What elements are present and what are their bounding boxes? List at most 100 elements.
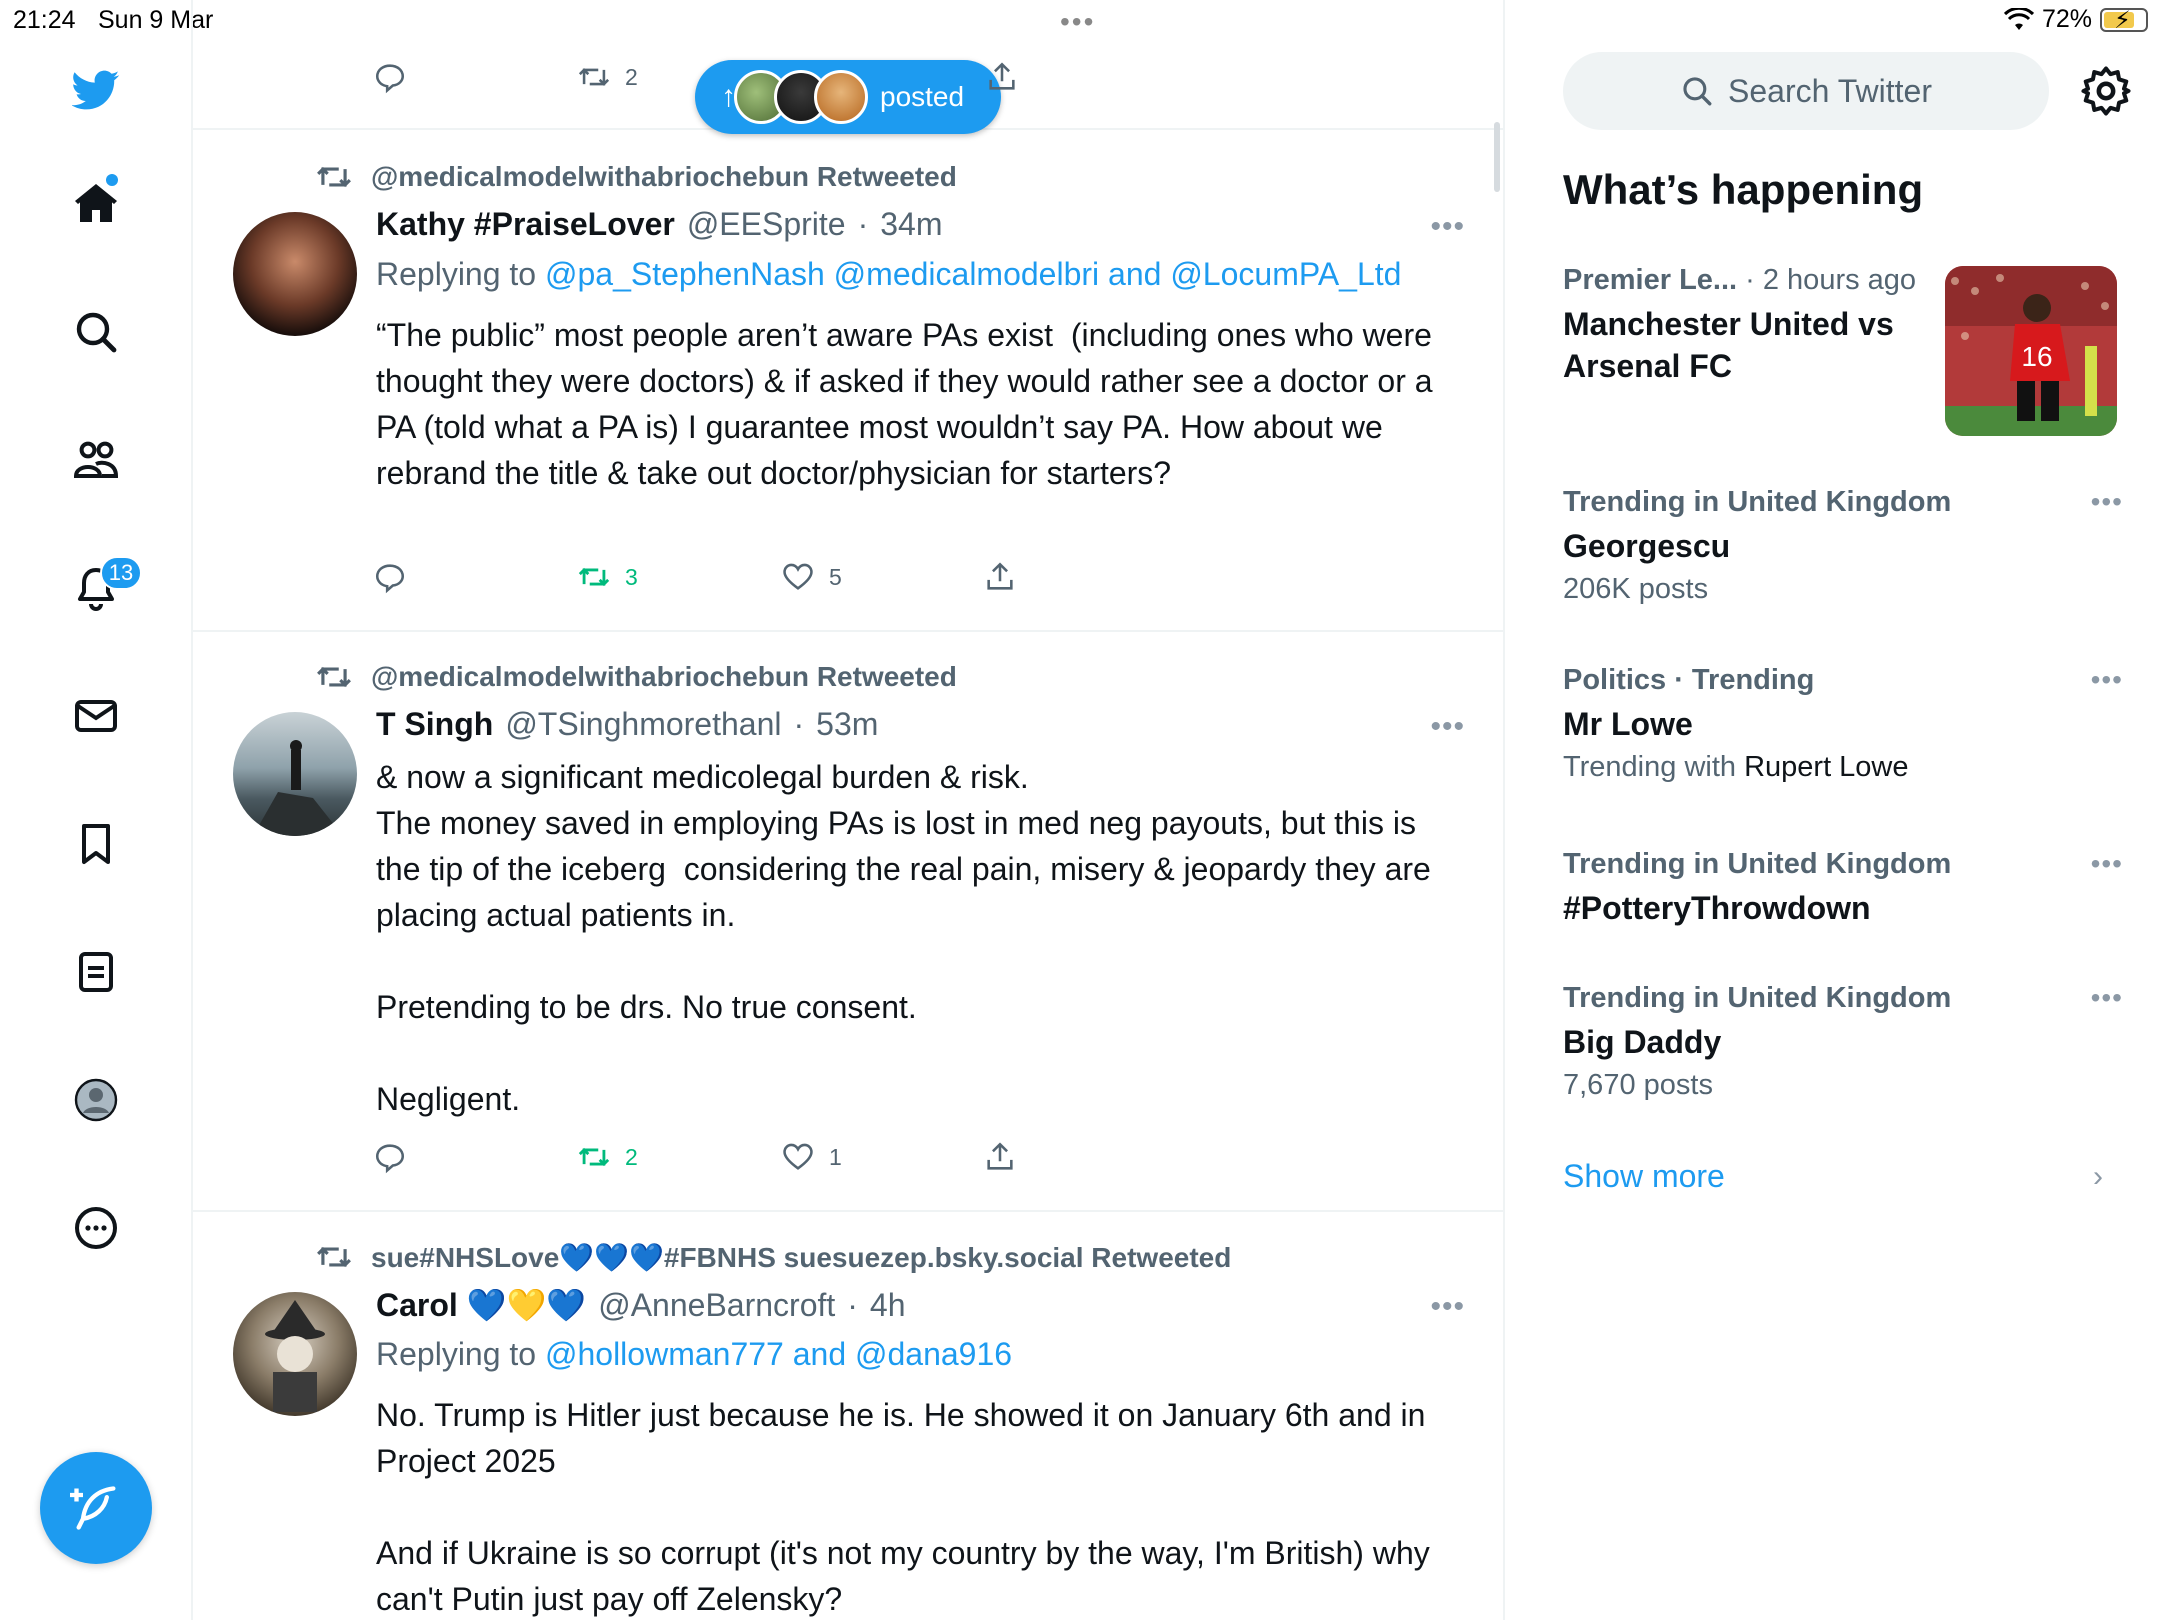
lists-icon[interactable]	[60, 936, 132, 1008]
scrollbar[interactable]	[1494, 122, 1500, 192]
tweet[interactable]: @medicalmodelwithabriochebun Retweeted T…	[193, 632, 1503, 1212]
share-button[interactable]	[983, 560, 1017, 594]
share-icon	[987, 1142, 1013, 1170]
more-icon[interactable]: •••	[1430, 210, 1465, 244]
retweeted-by[interactable]: @medicalmodelwithabriochebun Retweeted	[371, 661, 957, 693]
retweet-count: 2	[625, 63, 638, 90]
trend-item[interactable]: Politics · Trending Mr Lowe Trending wit…	[1563, 664, 2123, 784]
trend-item[interactable]: Premier Le... · 2 hours ago Manchester U…	[1563, 264, 1933, 387]
home-icon[interactable]	[60, 168, 132, 240]
retweeted-by[interactable]: @medicalmodelwithabriochebun Retweeted	[371, 161, 957, 193]
avatar[interactable]	[233, 1292, 357, 1416]
retweeted-by[interactable]: sue#NHSLove💙💙💙#FBNHS suesuezep.bsky.soci…	[371, 1241, 1231, 1274]
like-button[interactable]: 1	[781, 1140, 842, 1174]
football-player-image: 16	[1945, 266, 2117, 436]
reply-button[interactable]	[373, 560, 407, 594]
share-icon	[987, 562, 1013, 590]
display-name[interactable]: Carol 💙💛💙	[376, 1286, 586, 1324]
retweet-icon	[317, 666, 351, 688]
share-icon[interactable]	[985, 60, 1019, 94]
tweet[interactable]: @medicalmodelwithabriochebun Retweeted K…	[193, 132, 1503, 632]
display-name[interactable]: T Singh	[376, 706, 493, 743]
search-input[interactable]: Search Twitter	[1563, 52, 2049, 130]
messages-envelope-icon[interactable]	[60, 680, 132, 752]
twitter-logo-icon[interactable]	[60, 54, 132, 126]
search-icon	[1683, 77, 1712, 106]
profile-avatar-icon[interactable]	[60, 1064, 132, 1136]
poster-avatar	[814, 70, 868, 124]
compose-feather-icon	[70, 1486, 116, 1530]
retweet-button[interactable]: 3	[577, 560, 638, 594]
trend-title: #PotteryThrowdown	[1563, 890, 1871, 926]
compose-tweet-button[interactable]	[40, 1452, 152, 1564]
avatar[interactable]	[233, 712, 357, 836]
trend-category: Trending in United Kingdom	[1563, 848, 1952, 880]
trend-time: · 2 hours ago	[1745, 264, 1917, 296]
handle[interactable]: @EESprite	[687, 206, 846, 243]
new-posts-pill[interactable]: ↑ posted	[695, 60, 1001, 134]
timeline: 2 ↑ posted @medicalmodelwithabriochebun …	[193, 0, 1505, 1620]
replying-users[interactable]: @pa_StephenNash @medicalmodelbri and @Lo…	[545, 256, 1401, 292]
wanderer-figure	[253, 740, 343, 836]
retweet-count: 3	[625, 563, 638, 590]
reply-button[interactable]	[373, 60, 407, 94]
trend-item[interactable]: Trending in United Kingdom #PotteryThrow…	[1563, 848, 2123, 929]
separator: ·	[793, 706, 805, 742]
replying-to: Replying to @pa_StephenNash @medicalmode…	[376, 256, 1401, 293]
retweet-icon	[578, 567, 610, 587]
timestamp[interactable]: 4h	[870, 1287, 906, 1324]
replying-to: Replying to @hollowman777 and @dana916	[376, 1336, 1012, 1373]
display-name[interactable]: Kathy #PraiseLover	[376, 206, 675, 243]
tweet[interactable]: sue#NHSLove💙💙💙#FBNHS suesuezep.bsky.soci…	[193, 1212, 1503, 1620]
trend-item[interactable]: Trending in United Kingdom Georgescu 206…	[1563, 486, 2123, 606]
trend-category: Politics · Trending	[1563, 664, 1815, 696]
replying-prefix: Replying to	[376, 256, 537, 292]
trend-post-count: 206K posts	[1563, 573, 1709, 605]
more-icon[interactable]: •••	[2091, 848, 2123, 880]
separator: ·	[847, 1287, 858, 1323]
tweet-text: “The public” most people aren’t aware PA…	[376, 317, 1442, 491]
more-icon[interactable]: •••	[2091, 486, 2123, 518]
retweet-button[interactable]: 2	[577, 60, 638, 94]
tweet-header: Kathy #PraiseLover @EESprite · 34m	[376, 206, 942, 243]
handle[interactable]: @AnneBarncroft	[598, 1287, 835, 1324]
communities-icon[interactable]	[60, 424, 132, 496]
more-icon[interactable]: •••	[1430, 1290, 1465, 1324]
retweet-button[interactable]: 2	[577, 1140, 638, 1174]
share-button[interactable]	[983, 1140, 1017, 1174]
trend-category: Trending in United Kingdom	[1563, 486, 1952, 518]
reply-button[interactable]	[373, 1140, 407, 1174]
left-navigation: 13	[0, 0, 193, 1620]
more-options-icon[interactable]	[60, 1192, 132, 1264]
trend-post-count: 7,670 posts	[1563, 1069, 1713, 1101]
bookmarks-icon[interactable]	[60, 808, 132, 880]
replying-users[interactable]: @hollowman777 and @dana916	[545, 1336, 1012, 1372]
trend-title: Big Daddy	[1563, 1024, 1722, 1060]
replying-prefix: Replying to	[376, 1336, 537, 1372]
whats-happening-title: What’s happening	[1563, 166, 1924, 213]
search-placeholder: Search Twitter	[1728, 72, 1932, 109]
tweet-text: No. Trump is Hitler just because he is. …	[376, 1397, 1430, 1617]
more-icon[interactable]: •••	[1430, 710, 1465, 744]
more-icon[interactable]: •••	[2091, 982, 2123, 1014]
retweet-context: sue#NHSLove💙💙💙#FBNHS suesuezep.bsky.soci…	[315, 1238, 1231, 1276]
show-more-link[interactable]: Show more	[1563, 1158, 1725, 1195]
more-icon[interactable]: •••	[2091, 664, 2123, 696]
trend-item[interactable]: Trending in United Kingdom Big Daddy 7,6…	[1563, 982, 2123, 1102]
reply-icon	[375, 564, 405, 594]
timestamp[interactable]: 53m	[816, 706, 878, 743]
trend-category: Trending in United Kingdom	[1563, 982, 1952, 1014]
wizard-cat-figure	[265, 1300, 325, 1412]
like-count: 1	[829, 1143, 842, 1170]
avatar[interactable]	[233, 212, 357, 336]
chevron-right-icon[interactable]: ›	[2093, 1160, 2103, 1194]
handle[interactable]: @TSinghmorethanl	[505, 706, 781, 743]
timestamp[interactable]: 34m	[880, 206, 942, 243]
search-icon[interactable]	[60, 296, 132, 368]
like-button[interactable]: 5	[781, 560, 842, 594]
settings-gear-icon[interactable]	[2079, 64, 2133, 118]
retweet-icon	[317, 166, 351, 188]
retweet-icon	[578, 68, 610, 86]
trend-thumbnail[interactable]: 16	[1945, 266, 2117, 436]
tweet-text: & now a significant medicolegal burden &…	[376, 759, 1431, 1117]
